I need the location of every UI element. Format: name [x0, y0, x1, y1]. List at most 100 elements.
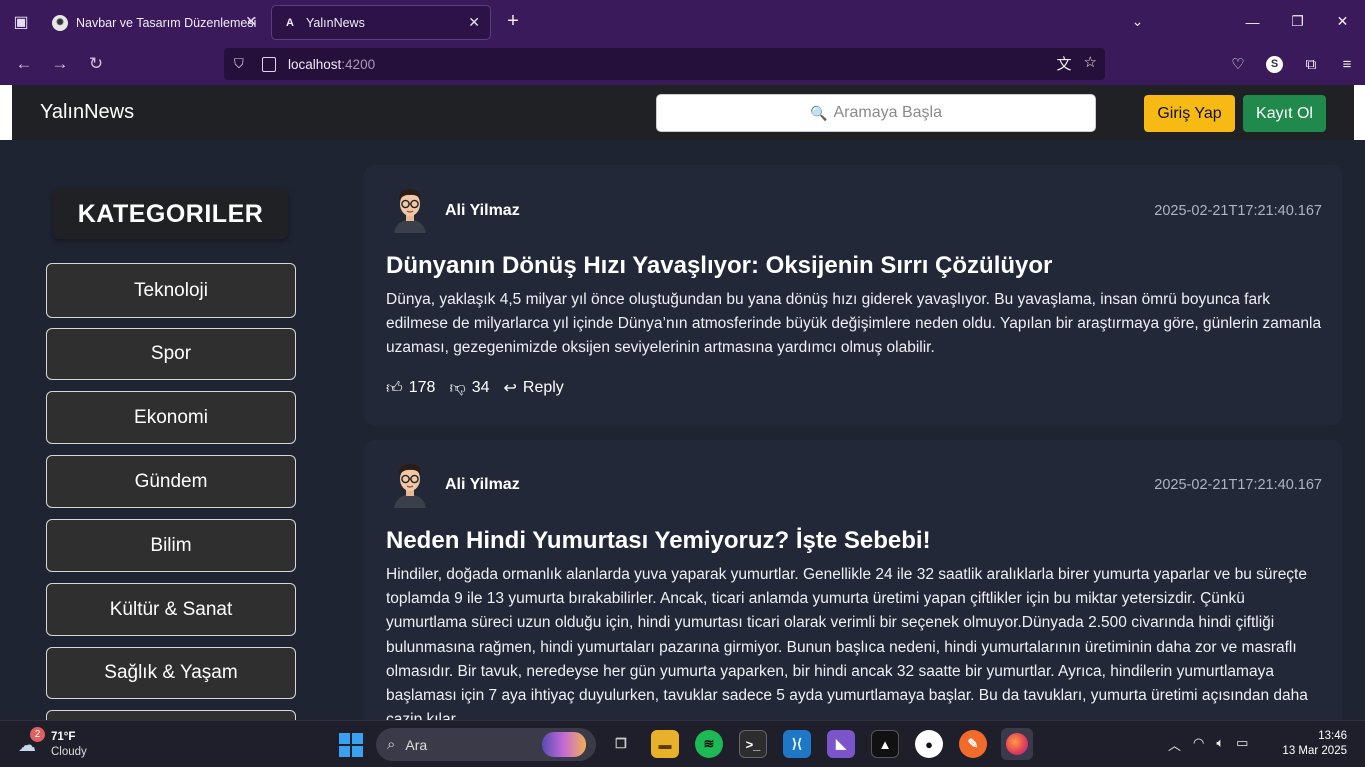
star-icon[interactable]: ☆	[1084, 53, 1097, 74]
post-actions: 👍︎ 178 👎︎ 34 ↩ Reply	[386, 378, 564, 398]
right-edge	[1353, 85, 1365, 140]
tab-title: YalınNews	[306, 15, 365, 30]
dislike-count: 34	[471, 379, 490, 396]
avatar	[394, 464, 426, 508]
tab-yalinnews[interactable]: A YalınNews ✕	[271, 5, 491, 40]
reply-button[interactable]: ↩ Reply	[503, 378, 563, 398]
battery-icon[interactable]: ▭	[1236, 735, 1248, 754]
post-body: Dünya, yaklaşık 4,5 milyar yıl önce oluş…	[386, 291, 1322, 357]
news-card: Ali Yilmaz 2025-02-21T17:21:40.167 Neden…	[364, 440, 1342, 720]
post-date: 2025-02-21T17:21:40.167	[1154, 477, 1322, 493]
spotify-icon[interactable]: ≋	[695, 730, 723, 758]
toolbar-right: ♡ S ⧉ ≡	[1220, 43, 1365, 85]
close-window-icon[interactable]: ✕	[1320, 13, 1365, 30]
avatar	[394, 189, 426, 233]
author-name[interactable]: Ali Yilmaz	[445, 202, 520, 220]
category-ekonomi[interactable]: Ekonomi	[46, 391, 296, 444]
category-teknoloji[interactable]: Teknoloji	[46, 263, 296, 318]
app-header: YalınNews 🔍 Aramaya Başla Giriş Yap Kayı…	[12, 85, 1354, 140]
firefox-icon[interactable]	[1001, 728, 1033, 760]
browser-nav-bar: ← → ↻ ⛉ localhost:4200 文 ☆ ♡ S ⧉ ≡	[0, 43, 1365, 85]
browser-tab-bar: ▣ ✺ Navbar ve Tasarım Düzenlemesi ✕ A Ya…	[0, 0, 1365, 43]
taskbar-search-label: Ara	[405, 736, 428, 753]
category-saglik-yasam[interactable]: Sağlık & Yaşam	[46, 647, 296, 699]
search-highlight-icon	[542, 732, 586, 757]
post-title[interactable]: Neden Hindi Yumurtası Yemiyoruz? İşte Se…	[386, 527, 1326, 555]
time: 13:46	[1318, 730, 1347, 742]
github-desktop-icon[interactable]: ●	[915, 730, 943, 758]
page-viewport: YalınNews 🔍 Aramaya Başla Giriş Yap Kayı…	[0, 85, 1365, 720]
category-sidebar: KATEGORILER Teknoloji Spor Ekonomi Günde…	[0, 140, 345, 720]
address-bar[interactable]: ⛉ localhost:4200 文 ☆	[224, 48, 1105, 80]
category-bilim[interactable]: Bilim	[46, 519, 296, 572]
brand-logo[interactable]: YalınNews	[40, 101, 134, 124]
search-input[interactable]: 🔍 Aramaya Başla	[656, 94, 1096, 132]
post-body: Hindiler, doğada ormanlık alanlarda yuva…	[386, 566, 1308, 720]
translate-icon[interactable]: 文	[1057, 53, 1072, 74]
reply-label: Reply	[522, 379, 564, 396]
register-button[interactable]: Kayıt Ol	[1243, 95, 1326, 132]
chevron-down-icon[interactable]: ⌄	[1115, 13, 1160, 30]
category-more[interactable]	[46, 710, 296, 720]
wifi-icon[interactable]: ◠	[1193, 735, 1204, 754]
extensions-icon[interactable]: ⧉	[1293, 56, 1329, 73]
like-count: 178	[408, 379, 436, 396]
notification-badge: 2	[30, 727, 45, 742]
reply-icon: ↩	[503, 380, 517, 397]
reload-icon[interactable]: ↻	[78, 54, 114, 74]
forward-arrow-icon[interactable]: →	[42, 54, 78, 74]
visual-studio-icon[interactable]: ◣	[827, 730, 855, 758]
category-gundem[interactable]: Gündem	[46, 455, 296, 508]
profile-avatar[interactable]: S	[1266, 55, 1283, 73]
window-controls: ⌄ — ❐ ✕	[1115, 0, 1365, 43]
angular-icon: A	[286, 16, 294, 29]
close-tab-icon[interactable]: ✕	[245, 13, 257, 30]
tab-overview-icon[interactable]: ▣	[0, 0, 42, 43]
terminal-icon[interactable]: >_	[739, 730, 767, 758]
post-date: 2025-02-21T17:21:40.167	[1154, 203, 1322, 219]
tab-chatgpt[interactable]: ✺ Navbar ve Tasarım Düzenlemesi ✕	[42, 5, 267, 40]
tab-title: Navbar ve Tasarım Düzenlemesi	[76, 15, 257, 30]
search-icon: 🔍	[810, 104, 828, 121]
postman-icon[interactable]: ✎	[959, 730, 987, 758]
temperature: 71°F	[51, 731, 76, 743]
pocket-icon[interactable]: ♡	[1220, 55, 1256, 73]
left-edge	[0, 85, 12, 140]
volume-icon[interactable]: 🔈︎	[1216, 735, 1224, 754]
taskbar-search[interactable]: ⌕ Ara	[376, 728, 596, 761]
post-title[interactable]: Dünyanın Dönüş Hızı Yavaşlıyor: Oksijeni…	[386, 252, 1326, 280]
news-card: Ali Yilmaz 2025-02-21T17:21:40.167 Dünya…	[364, 165, 1342, 425]
dislike-button[interactable]: 👎︎ 34	[449, 379, 489, 398]
new-tab-button[interactable]: +	[493, 10, 533, 33]
categories-heading: KATEGORILER	[53, 189, 288, 239]
thumbs-down-icon: 👎︎	[449, 379, 466, 397]
category-spor[interactable]: Spor	[46, 328, 296, 380]
system-tray: ︿ ◠ 🔈︎ ▭	[1168, 735, 1248, 754]
page-icon	[262, 56, 276, 72]
file-explorer-icon[interactable]: ▬	[651, 730, 679, 758]
vscode-icon[interactable]: ⟩⟨	[783, 730, 811, 758]
shield-icon: ⛉	[234, 56, 244, 71]
minimize-icon[interactable]: —	[1230, 14, 1275, 30]
close-tab-icon[interactable]: ✕	[468, 14, 480, 31]
weather-condition: Cloudy	[51, 746, 87, 758]
clock[interactable]: 13:46 13 Mar 2025	[1282, 729, 1347, 759]
start-button[interactable]	[339, 733, 363, 757]
chatgpt-icon: ✺	[52, 14, 68, 31]
back-arrow-icon[interactable]: ←	[6, 54, 42, 74]
thumbs-up-icon: 👍︎	[386, 379, 403, 397]
taskbar: ☁ 2 71°F Cloudy ⌕ Ara ❐ ▬ ≋ >_ ⟩⟨ ◣ ▲ ● …	[0, 720, 1365, 767]
category-kultur-sanat[interactable]: Kültür & Sanat	[46, 583, 296, 636]
search-icon: ⌕	[387, 736, 396, 753]
search-placeholder: Aramaya Başla	[833, 104, 942, 121]
restore-icon[interactable]: ❐	[1275, 13, 1320, 30]
url-text[interactable]: localhost:4200	[288, 57, 375, 72]
author-name[interactable]: Ali Yilmaz	[445, 476, 520, 494]
task-view-icon[interactable]: ❐	[607, 730, 635, 758]
menu-icon[interactable]: ≡	[1329, 56, 1365, 73]
login-button[interactable]: Giriş Yap	[1144, 95, 1235, 132]
chevron-up-icon[interactable]: ︿	[1168, 735, 1181, 754]
date: 13 Mar 2025	[1282, 745, 1347, 757]
like-button[interactable]: 👍︎ 178	[386, 379, 435, 398]
app-icon[interactable]: ▲	[871, 730, 899, 758]
